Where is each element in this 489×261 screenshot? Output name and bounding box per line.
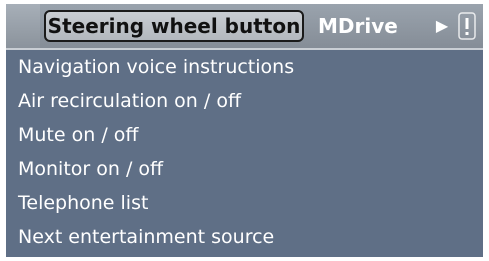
- menu-item-navigation-voice[interactable]: Navigation voice instructions: [6, 50, 483, 84]
- menu-item-next-entertainment-source[interactable]: Next entertainment source: [6, 220, 483, 254]
- tab-mdrive[interactable]: MDrive: [318, 10, 398, 42]
- menu-item-telephone-list[interactable]: Telephone list: [6, 186, 483, 220]
- menu-list: Navigation voice instructions Air recirc…: [6, 50, 483, 254]
- tab-steering-wheel-button[interactable]: Steering wheel button: [44, 10, 304, 42]
- menu-item-air-recirculation[interactable]: Air recirculation on / off: [6, 84, 483, 118]
- menu-item-monitor[interactable]: Monitor on / off: [6, 152, 483, 186]
- tab-bar: Steering wheel button MDrive ▶: [6, 4, 483, 50]
- idrive-screen: Steering wheel button MDrive ▶ Navigatio…: [6, 4, 483, 257]
- tab-bar-left-segment: [6, 4, 40, 48]
- info-bar-icon[interactable]: [458, 12, 476, 40]
- play-arrow-icon[interactable]: ▶: [432, 14, 452, 38]
- menu-item-mute[interactable]: Mute on / off: [6, 118, 483, 152]
